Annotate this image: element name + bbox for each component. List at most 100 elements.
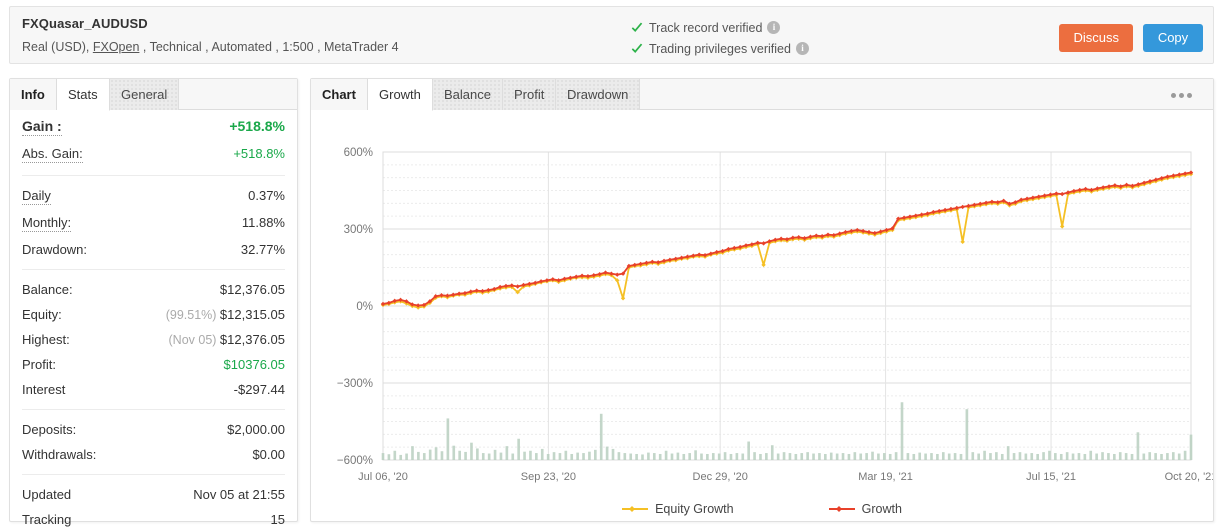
volume-bar [1024, 453, 1028, 460]
legend-item-growth[interactable]: Growth [828, 502, 902, 516]
volume-bar [835, 453, 839, 460]
volume-bar [936, 453, 939, 460]
volume-bar [658, 453, 662, 460]
tab-drawdown[interactable]: Drawdown [556, 79, 641, 110]
volume-bar [741, 453, 745, 460]
volume-bar [546, 453, 550, 460]
volume-bar [930, 453, 933, 460]
volume-bar [1113, 453, 1116, 460]
broker-link[interactable]: FXOpen [93, 40, 140, 54]
stats-value-text: $0.00 [252, 447, 285, 462]
volume-bar [676, 452, 680, 460]
legend-label: Growth [861, 502, 902, 516]
tab-stats[interactable]: Stats [57, 79, 110, 111]
legend-item-equity-growth[interactable]: Equity Growth [622, 502, 734, 516]
volume-bar [517, 438, 520, 460]
stats-value: (99.51%) $12,315.05 [166, 307, 285, 322]
stats-row: Equity: (99.51%) $12,315.05 [22, 302, 285, 327]
volume-bar [652, 453, 656, 460]
copy-button[interactable]: Copy [1143, 24, 1203, 52]
series-marker [960, 204, 965, 210]
ellipsis-icon[interactable] [1171, 88, 1201, 102]
series-marker [761, 262, 766, 268]
volume-bar [1171, 452, 1175, 460]
stats-label[interactable]: Monthly: [22, 215, 72, 232]
volume-bar [576, 452, 579, 460]
volume-bar [918, 452, 922, 460]
stats-value-text: $12,376.05 [219, 332, 285, 347]
volume-bar [735, 453, 739, 460]
volume-bar [953, 453, 957, 460]
volume-bar [989, 453, 992, 460]
x-axis-tick-label: Sep 23, '20 [521, 471, 576, 483]
volume-bar [1101, 452, 1104, 460]
stats-row: Interest -$297.44 [22, 377, 285, 402]
volume-bar [511, 453, 515, 460]
stats-value-text: -$297.44 [233, 382, 285, 397]
tab-profit[interactable]: Profit [503, 79, 557, 110]
stats-list: Gain : +518.8% Abs. Gain: +518.8% Daily 0.37%… [10, 110, 297, 532]
stats-label: Tracking [22, 512, 72, 527]
badge-track-record: Track record verified i [630, 17, 809, 38]
volume-bar [387, 454, 391, 460]
volume-bar [481, 453, 485, 460]
volume-bar [1054, 453, 1057, 460]
volume-bar [641, 454, 644, 460]
volume-bar [523, 451, 526, 460]
badge-label: Track record verified [649, 20, 763, 35]
stats-label[interactable]: Daily [22, 188, 51, 205]
volume-bar [894, 452, 898, 460]
discuss-button[interactable]: Discuss [1059, 24, 1133, 52]
volume-bar [924, 453, 927, 460]
volume-bar [682, 453, 686, 460]
volume-bar [552, 452, 556, 460]
volume-bar [599, 413, 603, 460]
page-title: FXQuasar_AUDUSD [22, 16, 148, 31]
stats-value-text: 11.88% [241, 215, 285, 230]
stats-row: Highest: (Nov 05) $12,376.05 [22, 327, 285, 352]
stats-group: Gain : +518.8% Abs. Gain: +518.8% [22, 110, 285, 171]
volume-bar [617, 452, 621, 460]
stats-value: 15 [271, 512, 285, 527]
volume-bar [1071, 453, 1075, 460]
volume-bar [717, 453, 721, 460]
info-icon[interactable]: i [795, 42, 809, 55]
x-axis-tick-label: Jul 06, '20 [358, 471, 408, 483]
volume-bar [458, 450, 461, 460]
stats-label[interactable]: Gain : [22, 118, 62, 136]
volume-bar [1030, 453, 1034, 460]
volume-bar [841, 453, 845, 460]
volume-bar [906, 453, 910, 460]
stats-value-text: $12,376.05 [219, 282, 285, 297]
volume-bar [1042, 452, 1045, 460]
stats-label[interactable]: Abs. Gain: [22, 146, 83, 163]
volume-bar [1130, 453, 1134, 460]
check-icon [631, 22, 643, 32]
x-axis-tick-label: Dec 29, '20 [693, 471, 748, 483]
stats-divider [22, 175, 285, 176]
volume-bar [1160, 453, 1163, 460]
volume-bar [570, 453, 574, 460]
volume-bar [1077, 453, 1081, 460]
stats-group: Updated Nov 05 at 21:55 Tracking 15 [22, 479, 285, 532]
volume-bar [694, 450, 697, 460]
legend-label: Equity Growth [655, 502, 734, 516]
stats-label: Withdrawals: [22, 447, 97, 462]
stats-value: +518.8% [229, 118, 285, 134]
stats-value: Nov 05 at 21:55 [193, 487, 285, 502]
volume-bar [877, 453, 880, 460]
chart-legend: Equity Growth Growth [311, 502, 1213, 516]
tab-growth[interactable]: Growth [368, 79, 433, 111]
volume-bar [888, 453, 892, 460]
stats-label: Updated [22, 487, 72, 502]
volume-bar [629, 453, 633, 460]
tab-balance[interactable]: Balance [433, 79, 503, 110]
volume-bar [558, 453, 562, 460]
volume-bar [1124, 453, 1128, 460]
info-icon[interactable]: i [767, 21, 781, 34]
volume-bar [1183, 450, 1187, 460]
volume-bar [971, 452, 975, 460]
volume-bar [399, 454, 403, 460]
stats-row: Tracking 15 [22, 507, 285, 532]
tab-general[interactable]: General [110, 79, 180, 110]
